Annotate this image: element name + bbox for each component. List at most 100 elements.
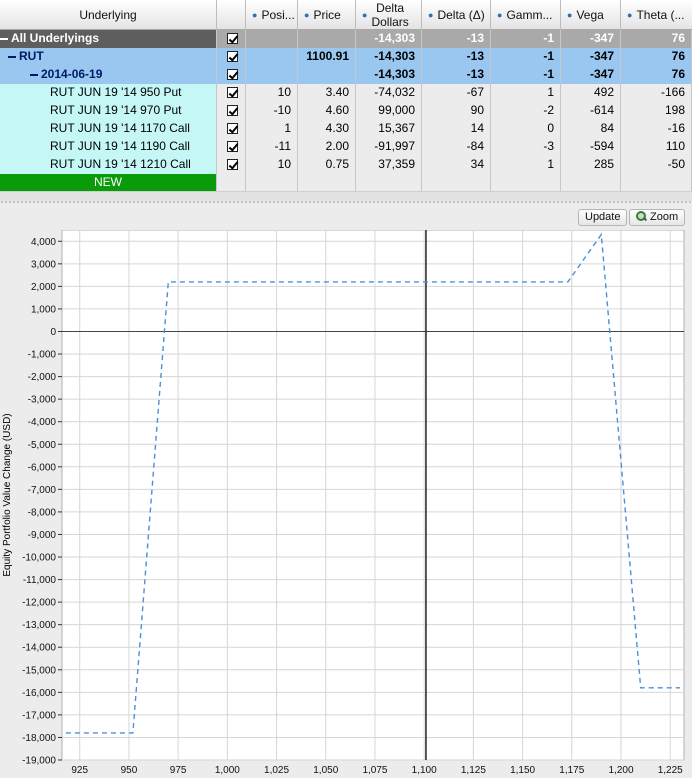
cell-vega: -347: [561, 48, 621, 66]
include-checkbox[interactable]: [227, 33, 238, 44]
cell-include[interactable]: [217, 156, 246, 174]
y-tick-label: -12,000: [22, 598, 56, 609]
cell-price: [298, 30, 356, 48]
cell-underlying: RUT: [0, 48, 217, 66]
y-tick-label: -15,000: [22, 665, 56, 676]
x-tick-label: 1,150: [510, 765, 535, 776]
cell-theta: 76: [621, 30, 692, 48]
zoom-button[interactable]: Zoom: [629, 209, 686, 226]
cell-vega: -347: [561, 30, 621, 48]
underlying-label: RUT JUN 19 '14 1190 Call: [50, 139, 190, 153]
include-checkbox[interactable]: [227, 141, 238, 152]
x-tick-label: 950: [121, 765, 138, 776]
cell-vega: [561, 174, 621, 192]
cell-price: [298, 66, 356, 84]
underlying-label: RUT JUN 19 '14 950 Put: [50, 85, 182, 99]
underlying-label: RUT JUN 19 '14 1210 Call: [50, 157, 191, 171]
table-row-new[interactable]: NEW: [0, 174, 692, 192]
sort-dot-icon: ●: [627, 10, 633, 20]
column-header-position[interactable]: ● Posi...: [246, 0, 298, 30]
y-tick-label: -11,000: [23, 575, 57, 586]
y-tick-label: -17,000: [22, 710, 56, 721]
column-header-theta[interactable]: ● Theta (...: [621, 0, 692, 30]
column-header-gamma[interactable]: ● Gamm...: [491, 0, 561, 30]
cell-underlying: RUT JUN 19 '14 950 Put: [0, 84, 217, 102]
y-tick-label: -10,000: [22, 553, 56, 564]
column-header-price[interactable]: ● Price: [298, 0, 356, 30]
cell-delta-dollars: -91,997: [356, 138, 422, 156]
cell-gamma: -3: [491, 138, 561, 156]
cell-delta: -67: [422, 84, 491, 102]
table-row-expiry[interactable]: 2014-06-19 -14,303 -13 -1 -347 76: [0, 66, 692, 84]
y-tick-label: 0: [50, 327, 56, 338]
column-header-label: Theta (...: [636, 8, 685, 22]
collapse-icon[interactable]: [0, 37, 8, 40]
cell-include[interactable]: [217, 84, 246, 102]
y-tick-label: -7,000: [28, 485, 57, 496]
column-header-vega[interactable]: ● Vega: [561, 0, 621, 30]
pane-splitter-handle[interactable]: [0, 201, 692, 203]
underlying-label: NEW: [94, 175, 122, 189]
pnl-chart[interactable]: 4,000 3,000 2,000 1,000 0 -1,000 -2,000 -3,000 -…: [0, 230, 692, 778]
sort-dot-icon: ●: [567, 10, 573, 20]
underlying-label: 2014-06-19: [41, 67, 103, 81]
cell-include[interactable]: [217, 66, 246, 84]
cell-underlying: NEW: [0, 174, 217, 192]
include-checkbox[interactable]: [227, 159, 238, 170]
risk-navigator-window: Underlying ● Posi... ● Price ● Delta Dollars…: [0, 0, 692, 778]
cell-include[interactable]: [217, 138, 246, 156]
cell-position: 10: [246, 156, 298, 174]
cell-delta: -13: [422, 30, 491, 48]
table-row-symbol[interactable]: RUT 1100.91 -14,303 -13 -1 -347 76: [0, 48, 692, 66]
x-tick-label: 1,075: [362, 765, 387, 776]
update-button-label: Update: [585, 211, 621, 223]
column-header-delta-dollars[interactable]: ● Delta Dollars: [356, 0, 422, 30]
table-row-leg[interactable]: RUT JUN 19 '14 970 Put -10 4.60 99,000 90 -2-…: [0, 102, 692, 120]
collapse-icon[interactable]: [30, 73, 38, 76]
cell-underlying: RUT JUN 19 '14 1170 Call: [0, 120, 217, 138]
cell-position: -11: [246, 138, 298, 156]
cell-theta: 198: [621, 102, 692, 120]
cell-include[interactable]: [217, 30, 246, 48]
table-row-leg[interactable]: RUT JUN 19 '14 1170 Call 1 4.30 15,367 14 0 84…: [0, 120, 692, 138]
table-row-leg[interactable]: RUT JUN 19 '14 950 Put 10 3.40 -74,032 -67 1 4…: [0, 84, 692, 102]
include-checkbox[interactable]: [227, 123, 238, 134]
y-tick-label: -1,000: [28, 350, 57, 361]
include-checkbox[interactable]: [227, 105, 238, 116]
cell-include[interactable]: [217, 120, 246, 138]
cell-gamma: -2: [491, 102, 561, 120]
table-row-all[interactable]: All Underlyings -14,303 -13 -1 -347 76: [0, 30, 692, 48]
cell-include[interactable]: [217, 174, 246, 192]
cell-include[interactable]: [217, 48, 246, 66]
cell-delta-dollars: 37,359: [356, 156, 422, 174]
include-checkbox[interactable]: [227, 51, 238, 62]
cell-include[interactable]: [217, 102, 246, 120]
column-header-label-line1: Delta: [376, 1, 405, 15]
cell-vega: -614: [561, 102, 621, 120]
x-tick-label: 1,050: [313, 765, 338, 776]
y-tick-label: -3,000: [28, 395, 57, 406]
cell-theta: -50: [621, 156, 692, 174]
y-tick-label: -13,000: [22, 620, 56, 631]
update-button[interactable]: Update: [578, 209, 628, 226]
cell-price: 0.75: [298, 156, 356, 174]
cell-delta: -13: [422, 48, 491, 66]
cell-theta: [621, 174, 692, 192]
collapse-icon[interactable]: [8, 55, 16, 58]
include-checkbox[interactable]: [227, 87, 238, 98]
column-header-label: Delta Dollars: [371, 1, 408, 29]
table-row-leg[interactable]: RUT JUN 19 '14 1190 Call -11 2.00 -91,997 -8…: [0, 138, 692, 156]
cell-delta: [422, 174, 491, 192]
cell-underlying: 2014-06-19: [0, 66, 217, 84]
x-tick-label: 1,000: [215, 765, 240, 776]
column-header-include[interactable]: [217, 0, 246, 30]
column-header-label: Gamm...: [506, 8, 553, 22]
column-header-delta[interactable]: ● Delta (Δ): [422, 0, 491, 30]
y-tick-label: -4,000: [28, 417, 57, 428]
cell-position: [246, 30, 298, 48]
cell-underlying: All Underlyings: [0, 30, 217, 48]
include-checkbox[interactable]: [227, 69, 238, 80]
cell-delta-dollars: -14,303: [356, 48, 422, 66]
column-header-underlying[interactable]: Underlying: [0, 0, 217, 30]
table-row-leg[interactable]: RUT JUN 19 '14 1210 Call 10 0.75 37,359 34 1 2…: [0, 156, 692, 174]
